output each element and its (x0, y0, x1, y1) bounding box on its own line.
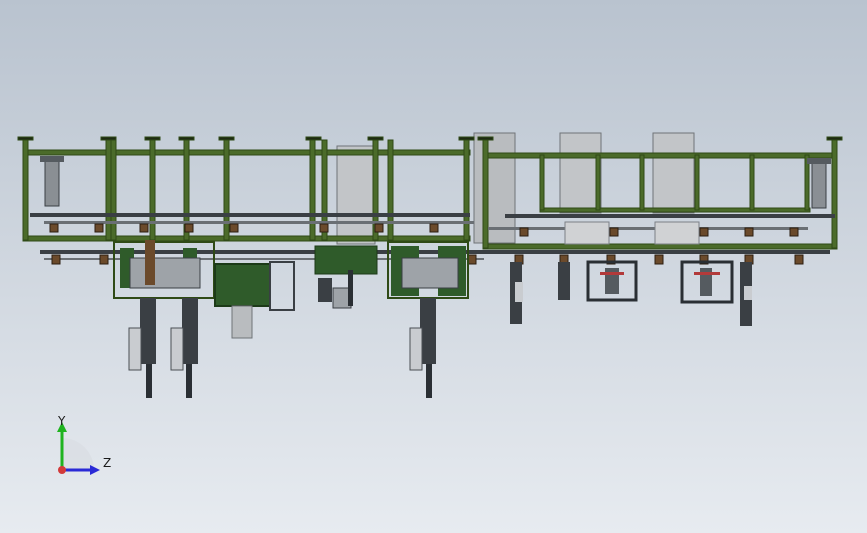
triad-y-label: Y (58, 414, 66, 428)
z-axis-arrow (90, 465, 100, 475)
assembly-model-side-view[interactable] (0, 0, 867, 533)
cad-graphics-viewport[interactable]: Y Z (0, 0, 867, 533)
triad-origin (58, 466, 66, 474)
triad-z-label: Z (103, 456, 112, 470)
